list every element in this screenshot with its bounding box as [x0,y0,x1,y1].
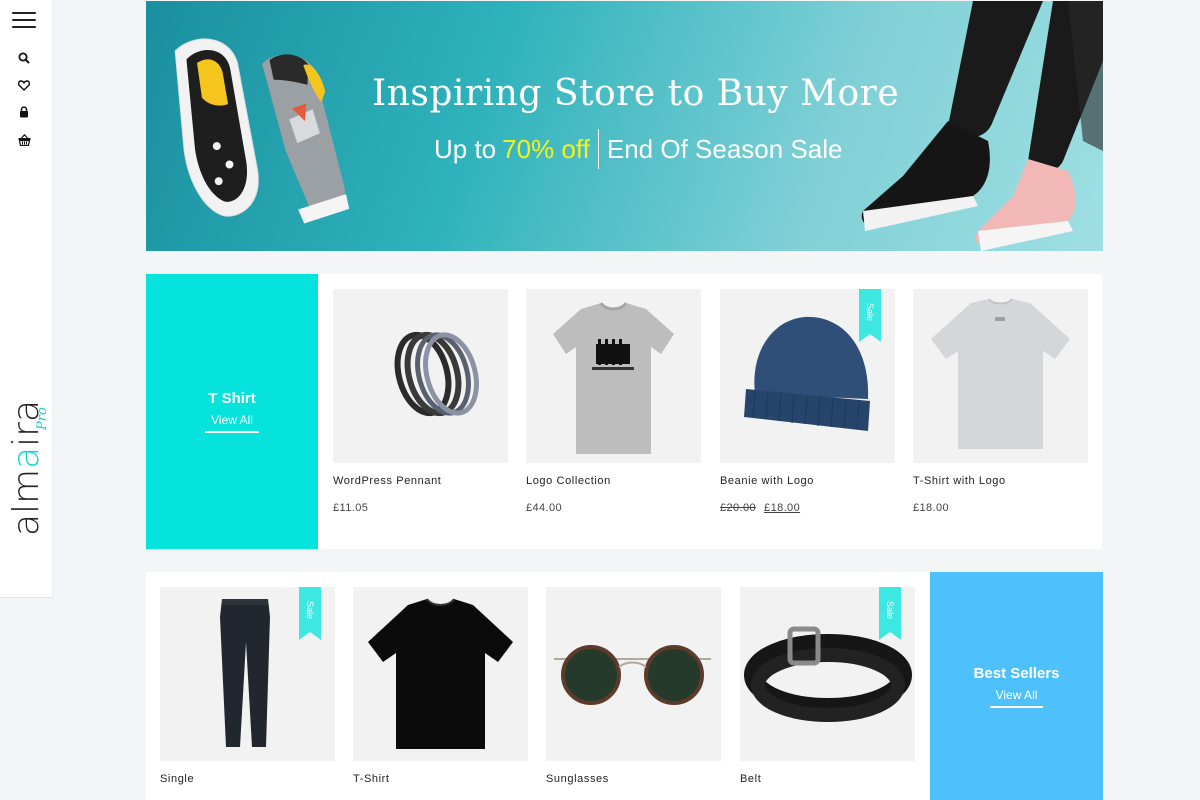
product-card[interactable]: Logo Collection £44.00 [526,289,701,514]
category-title: Best Sellers [973,664,1060,682]
category-panel-best-sellers[interactable]: Best Sellers View All [930,572,1103,800]
product-name[interactable]: T-Shirt [353,773,528,785]
product-name[interactable]: Beanie with Logo [720,475,895,487]
product-image-jeans[interactable]: Sale [160,587,335,761]
banner-subtitle: Up to 70% off End Of Season Sale [434,129,842,169]
product-image-belt[interactable]: Sale [740,587,915,761]
sale-ribbon: Sale [879,587,901,640]
product-image-tshirt-logo[interactable] [913,289,1088,463]
product-name[interactable]: Logo Collection [526,475,701,487]
menu-icon[interactable] [12,12,36,30]
basket-icon[interactable] [16,132,32,148]
product-card[interactable]: Sunglasses [546,587,721,785]
product-image-pennant[interactable] [333,289,508,463]
brand-logo[interactable]: almaira Pro [2,390,52,555]
product-row-best-sellers: Sale Single T-Shirt Sunglasses Sale Belt… [146,572,1103,800]
product-card[interactable]: Sale Belt [740,587,915,785]
sale-ribbon: Sale [859,289,881,342]
category-title: T Shirt [208,390,256,407]
view-all-link[interactable]: View All [989,688,1044,708]
hero-banner[interactable]: Inspiring Store to Buy More Up to 70% of… [146,1,1103,251]
product-image-logo-collection[interactable] [526,289,701,463]
banner-discount: 70% off [502,133,590,164]
product-price: £18.00 [913,502,950,514]
logo-pro-label: Pro [35,407,50,430]
product-image-beanie[interactable]: Sale [720,289,895,463]
product-card[interactable]: Sale Beanie with Logo £20.00 £18.00 [720,289,895,514]
product-card[interactable]: T-Shirt [353,587,528,785]
banner-sub-prefix: Up to [434,133,497,164]
product-card[interactable]: T-Shirt with Logo £18.00 [913,289,1088,514]
sneaker-pair-image [174,38,350,224]
product-card[interactable]: WordPress Pennant £11.05 [333,289,508,514]
product-name[interactable]: T-Shirt with Logo [913,475,1088,487]
product-name[interactable]: Single [160,773,335,785]
banner-title: Inspiring Store to Buy More [372,73,900,114]
product-name[interactable]: Belt [740,773,915,785]
search-icon[interactable] [16,50,32,66]
lock-icon[interactable] [16,104,32,120]
sidebar: almaira Pro [0,0,53,598]
product-image-sunglasses[interactable] [546,587,721,761]
sale-price: £18.00 [764,502,801,514]
product-price: £20.00 £18.00 [720,502,895,514]
sale-ribbon: Sale [299,587,321,640]
view-all-link[interactable]: View All [205,413,259,433]
banner-divider [597,129,599,169]
product-name[interactable]: WordPress Pennant [333,475,508,487]
product-image-black-tshirt[interactable] [353,587,528,761]
product-card[interactable]: Sale Single [160,587,335,785]
banner-sub-suffix: End Of Season Sale [606,133,843,164]
product-name[interactable]: Sunglasses [546,773,721,785]
product-price: £44.00 [526,502,563,514]
model-legs-image [861,1,1103,251]
product-row-tshirt: T Shirt View All WordPress Pennant £11.0… [146,274,1102,549]
heart-icon[interactable] [16,77,32,93]
product-price: £11.05 [333,502,369,514]
old-price: £20.00 [720,502,757,514]
category-panel-tshirt[interactable]: T Shirt View All [146,274,318,549]
